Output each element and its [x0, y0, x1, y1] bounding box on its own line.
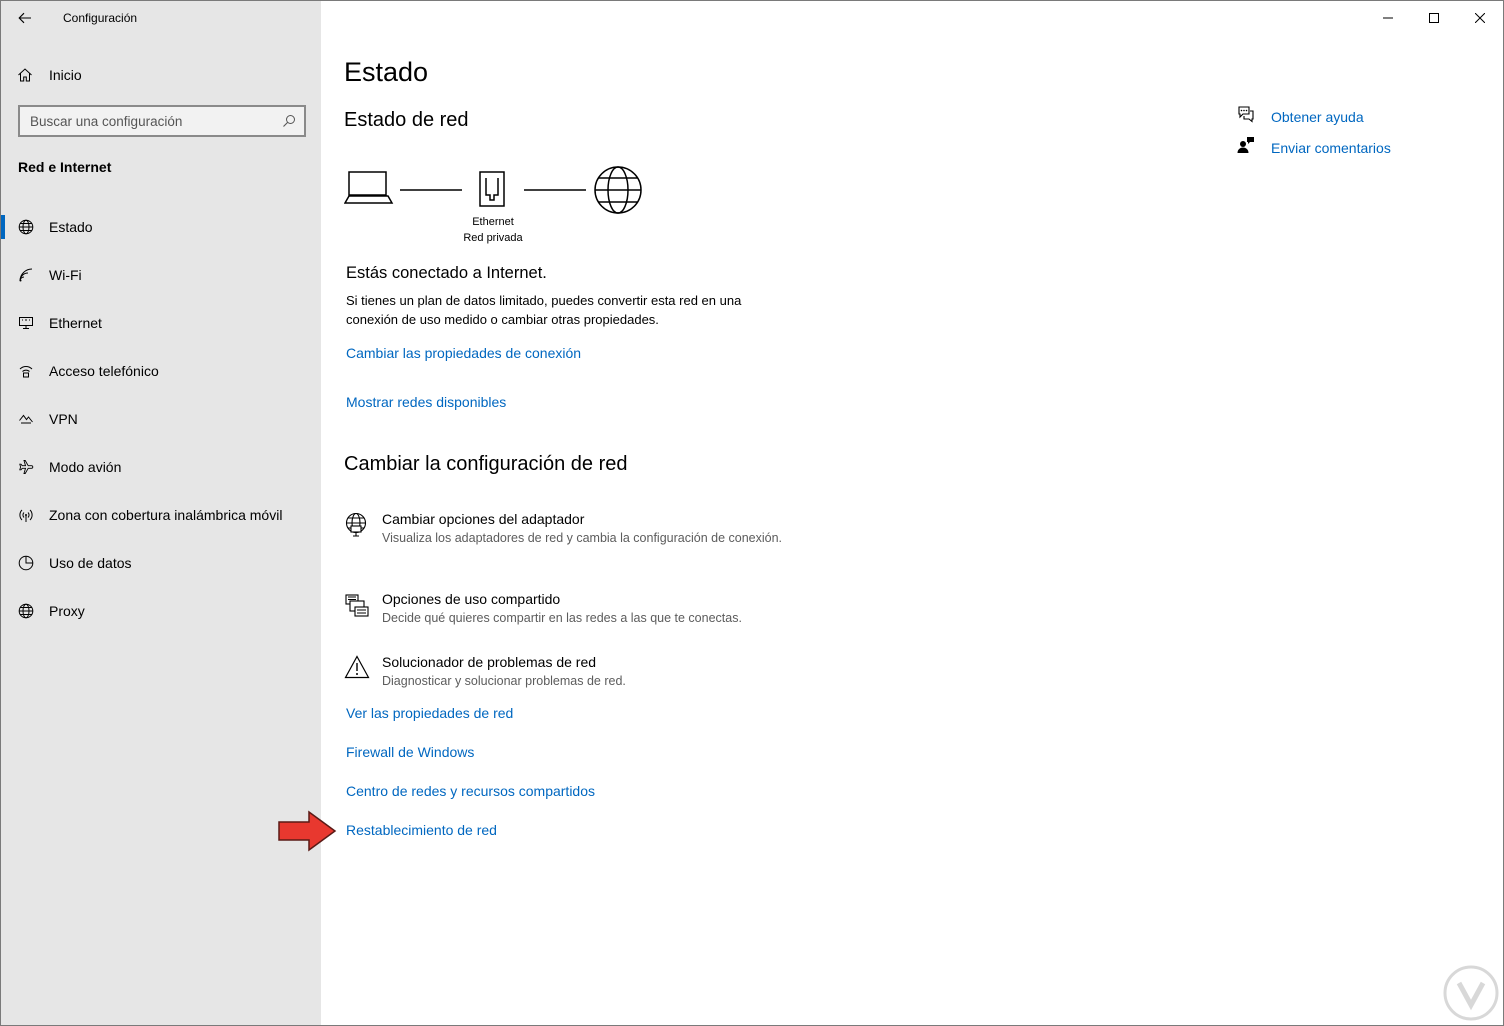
- close-button[interactable]: [1457, 1, 1503, 35]
- page-title: Estado: [344, 57, 429, 87]
- connection-description: Si tienes un plan de datos limitado, pue…: [346, 293, 742, 327]
- sidebar-item-label: Uso de datos: [49, 555, 132, 571]
- sidebar-item-modo-avion[interactable]: Modo avión: [1, 443, 321, 491]
- feedback-icon: [1237, 136, 1271, 159]
- sidebar-item-estado[interactable]: Estado: [1, 203, 321, 251]
- change-network-settings-heading: Cambiar la configuración de red: [344, 453, 628, 475]
- get-help-label: Obtener ayuda: [1271, 108, 1364, 125]
- sidebar-item-proxy[interactable]: Proxy: [1, 587, 321, 635]
- option-title: Solucionador de problemas de red: [382, 654, 597, 670]
- option-title: Cambiar opciones del adaptador: [382, 511, 585, 527]
- sidebar-item-label: Ethernet: [49, 315, 102, 331]
- sidebar-item-vpn[interactable]: VPN: [1, 395, 321, 443]
- maximize-button[interactable]: [1411, 1, 1457, 35]
- help-panel: Obtener ayuda Enviar comentarios: [1237, 101, 1391, 163]
- main-content: Estado Estado de red Ethernet Red privad…: [344, 1, 1164, 1025]
- option-description: Decide qué quieres compartir en las rede…: [382, 611, 742, 625]
- sharing-options-item[interactable]: Opciones de uso compartido Decide qué qu…: [344, 590, 784, 627]
- pointer-arrow-icon: [278, 810, 337, 852]
- wifi-icon: [1, 267, 49, 283]
- sharing-icon: [344, 590, 382, 627]
- app-title: Configuración: [63, 11, 138, 25]
- settings-window: Configuración Inicio Red e Internet Esta…: [0, 0, 1504, 1026]
- connection-status-text: Estás conectado a Internet.: [346, 264, 547, 282]
- sidebar-item-label: Modo avión: [49, 459, 122, 475]
- minimize-button[interactable]: [1365, 1, 1411, 35]
- back-button[interactable]: [1, 1, 49, 35]
- watermark-logo-icon: [1443, 965, 1499, 1021]
- adapter-icon: [344, 510, 382, 547]
- data-usage-icon: [1, 555, 49, 571]
- sidebar-item-wifi[interactable]: Wi-Fi: [1, 251, 321, 299]
- change-connection-properties-link[interactable]: Cambiar las propiedades de conexión: [346, 345, 581, 361]
- network-reset-link[interactable]: Restablecimiento de red: [346, 822, 497, 838]
- arrow-left-icon: [18, 12, 31, 24]
- laptop-icon: [344, 171, 394, 204]
- sidebar-item-zona-cobertura[interactable]: Zona con cobertura inalámbrica móvil: [1, 491, 321, 539]
- ethernet-port-icon: [479, 171, 505, 207]
- chat-help-icon: [1237, 105, 1271, 128]
- option-description: Diagnosticar y solucionar problemas de r…: [382, 674, 626, 688]
- search-box[interactable]: [18, 105, 306, 137]
- sidebar-item-uso-datos[interactable]: Uso de datos: [1, 539, 321, 587]
- hotspot-icon: [1, 507, 49, 523]
- minimize-icon: [1383, 17, 1393, 19]
- windows-firewall-link[interactable]: Firewall de Windows: [346, 744, 474, 760]
- sidebar-item-label: Inicio: [49, 67, 82, 83]
- vpn-icon: [1, 411, 49, 427]
- sidebar-section-title: Red e Internet: [18, 159, 112, 175]
- network-type-label: Red privada: [463, 232, 523, 244]
- get-help-link[interactable]: Obtener ayuda: [1237, 101, 1391, 132]
- send-feedback-link[interactable]: Enviar comentarios: [1237, 132, 1391, 163]
- adapter-options-item[interactable]: Cambiar opciones del adaptador Visualiza…: [344, 510, 784, 547]
- sidebar-item-label: Proxy: [49, 603, 85, 619]
- sidebar-nav: Estado Wi-Fi Ethernet Acceso telefónico: [1, 203, 321, 635]
- airplane-icon: [1, 459, 49, 475]
- sidebar-item-ethernet[interactable]: Ethernet: [1, 299, 321, 347]
- sidebar: Configuración Inicio Red e Internet Esta…: [1, 1, 321, 1025]
- sidebar-item-label: Estado: [49, 219, 93, 235]
- view-network-properties-link[interactable]: Ver las propiedades de red: [346, 705, 513, 721]
- send-feedback-label: Enviar comentarios: [1271, 139, 1391, 156]
- network-diagram: Ethernet Red privada: [344, 161, 654, 251]
- globe-icon: [1, 603, 49, 619]
- sidebar-item-label: VPN: [49, 411, 78, 427]
- option-description: Visualiza los adaptadores de red y cambi…: [382, 531, 783, 545]
- dialup-icon: [1, 363, 49, 379]
- warning-icon: [344, 653, 382, 690]
- maximize-icon: [1429, 13, 1439, 23]
- sidebar-item-home[interactable]: Inicio: [1, 53, 321, 97]
- sidebar-item-label: Zona con cobertura inalámbrica móvil: [49, 507, 283, 523]
- window-controls: [1365, 1, 1503, 35]
- ethernet-label: Ethernet: [472, 216, 514, 228]
- sidebar-item-label: Wi-Fi: [49, 267, 82, 283]
- option-title: Opciones de uso compartido: [382, 591, 561, 607]
- ethernet-icon: [1, 315, 49, 331]
- globe-icon: [594, 166, 642, 214]
- title-bar: Configuración: [1, 1, 321, 35]
- network-status-heading: Estado de red: [344, 109, 469, 131]
- sidebar-item-label: Acceso telefónico: [49, 363, 159, 379]
- close-icon: [1475, 13, 1485, 23]
- network-troubleshooter-item[interactable]: Solucionador de problemas de red Diagnos…: [344, 653, 784, 690]
- search-input[interactable]: [30, 113, 282, 129]
- network-sharing-center-link[interactable]: Centro de redes y recursos compartidos: [346, 783, 595, 799]
- sidebar-item-acceso-telefonico[interactable]: Acceso telefónico: [1, 347, 321, 395]
- globe-icon: [1, 219, 49, 235]
- show-available-networks-link[interactable]: Mostrar redes disponibles: [346, 394, 506, 410]
- home-icon: [1, 67, 49, 83]
- search-icon: [283, 115, 295, 127]
